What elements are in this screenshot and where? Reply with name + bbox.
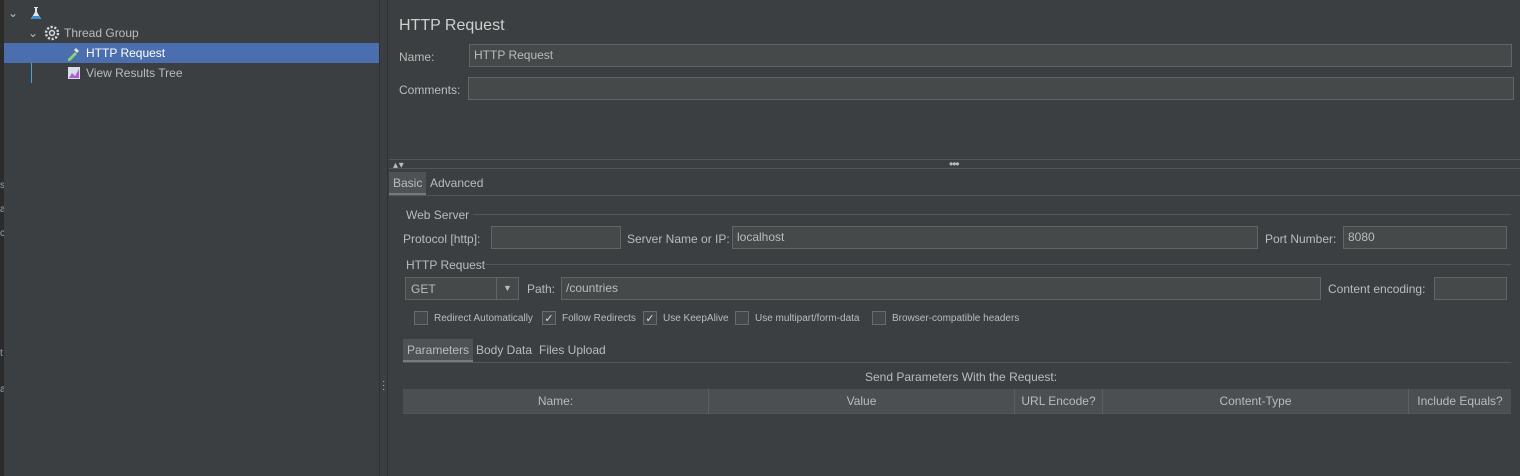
chevron-down-icon[interactable]: ▼ <box>496 278 518 299</box>
group-divider <box>485 264 1511 265</box>
web-server-group-title: Web Server <box>406 208 470 222</box>
tab-parameters[interactable]: Parameters <box>403 339 474 363</box>
follow-redirects-checkbox[interactable]: ✓ Follow Redirects <box>542 311 636 325</box>
browser-compatible-headers-checkbox[interactable]: Browser-compatible headers <box>872 311 1019 325</box>
tree-item-http-request[interactable]: HTTP Request <box>4 43 379 63</box>
checkbox-box[interactable] <box>872 311 886 325</box>
column-header-include-equals[interactable]: Include Equals? <box>1409 389 1511 414</box>
tree-item-label: HTTP Request <box>86 46 166 60</box>
column-header-name[interactable]: Name: <box>403 389 709 414</box>
tab-files-upload[interactable]: Files Upload <box>535 339 610 361</box>
comments-label: Comments: <box>399 83 461 97</box>
group-divider <box>473 214 1511 215</box>
section-divider <box>389 168 1520 169</box>
page-title: HTTP Request <box>399 17 505 34</box>
tab-bar-divider <box>389 195 1520 196</box>
comments-field[interactable] <box>468 77 1514 100</box>
content-encoding-field[interactable] <box>1434 277 1507 300</box>
protocol-label: Protocol [http]: <box>403 232 481 246</box>
splitter-grip-icon[interactable]: · · · <box>382 377 385 395</box>
gear-icon <box>44 25 60 41</box>
path-label: Path: <box>527 282 556 296</box>
chevron-down-icon[interactable]: ⌄ <box>26 26 40 40</box>
column-header-content-type[interactable]: Content-Type <box>1103 389 1409 414</box>
tab-basic[interactable]: Basic <box>389 172 427 196</box>
checkbox-label: Use multipart/form-data <box>755 312 860 324</box>
checkbox-label: Browser-compatible headers <box>892 312 1020 324</box>
name-label: Name: <box>399 50 435 64</box>
tree-item-test-plan[interactable]: ⌄ <box>4 3 379 23</box>
column-header-url-encode[interactable]: URL Encode? <box>1015 389 1103 414</box>
method-value: GET <box>411 282 436 296</box>
redirect-automatically-checkbox[interactable]: Redirect Automatically <box>414 311 533 325</box>
tree-item-thread-group[interactable]: ⌄ Thread Group <box>4 23 379 43</box>
checkmark-icon[interactable]: ✓ <box>542 311 556 325</box>
parameters-table-header: Name: Value URL Encode? Content-Type Inc… <box>403 389 1511 414</box>
tree-item-view-results-tree[interactable]: View Results Tree <box>4 63 379 83</box>
method-select[interactable]: GET ▼ <box>405 277 519 300</box>
port-field[interactable]: 8080 <box>1343 226 1507 249</box>
path-field[interactable]: /countries <box>561 277 1321 300</box>
protocol-field[interactable] <box>491 226 621 249</box>
server-name-field[interactable]: localhost <box>732 226 1258 249</box>
use-multipart-checkbox[interactable]: Use multipart/form-data <box>735 311 859 325</box>
content-encoding-label: Content encoding: <box>1328 282 1426 296</box>
checkbox-box[interactable] <box>414 311 428 325</box>
checkbox-label: Follow Redirects <box>562 312 636 324</box>
column-header-value[interactable]: Value <box>709 389 1015 414</box>
tree-item-label: Thread Group <box>64 26 139 40</box>
checkbox-label: Use KeepAlive <box>663 312 729 324</box>
checkbox-label: Redirect Automatically <box>434 312 533 324</box>
tab-advanced[interactable]: Advanced <box>426 172 487 194</box>
http-request-group-title: HTTP Request <box>406 258 486 272</box>
port-label: Port Number: <box>1265 232 1337 246</box>
test-plan-tree: ⌄ ⌄ Thread Group HTTP Request View Resul… <box>4 0 379 476</box>
chart-icon <box>66 65 82 81</box>
subtab-bar-divider <box>403 362 1511 363</box>
tab-body-data[interactable]: Body Data <box>472 339 536 361</box>
pipette-icon <box>66 45 82 61</box>
collapse-arrows-icon[interactable]: ▴ ▾ <box>393 160 404 171</box>
http-request-panel: HTTP Request Name: HTTP Request Comments… <box>389 0 1520 476</box>
flask-icon <box>28 5 44 21</box>
chevron-down-icon[interactable]: ⌄ <box>6 6 20 20</box>
parameters-caption: Send Parameters With the Request: <box>865 370 1058 384</box>
checkmark-icon[interactable]: ✓ <box>643 311 657 325</box>
server-name-label: Server Name or IP: <box>627 232 730 246</box>
checkbox-box[interactable] <box>735 311 749 325</box>
tree-item-label: View Results Tree <box>86 66 183 80</box>
name-field[interactable]: HTTP Request <box>469 44 1512 67</box>
use-keepalive-checkbox[interactable]: ✓ Use KeepAlive <box>643 311 729 325</box>
panel-splitter[interactable]: · · · <box>379 0 388 476</box>
